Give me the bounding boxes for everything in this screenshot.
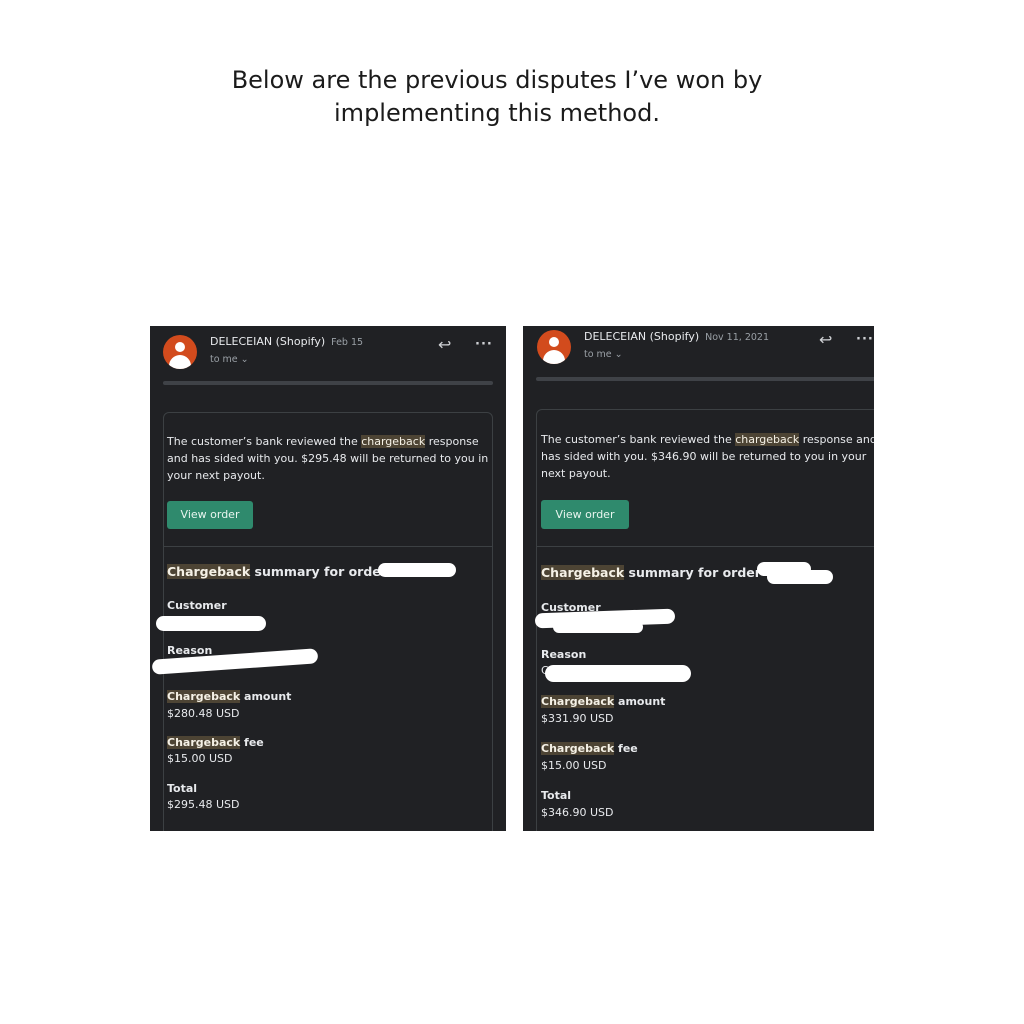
sender-avatar[interactable] xyxy=(163,335,197,369)
chargeback-fee-label: Chargeback fee xyxy=(167,736,264,749)
view-order-button[interactable]: View order xyxy=(167,501,253,529)
total-label: Total xyxy=(167,782,198,795)
chargeback-fee-value: $15.00 USD xyxy=(167,752,233,765)
sender-avatar[interactable] xyxy=(537,330,571,364)
redaction xyxy=(553,621,643,633)
email-date: Feb 15 xyxy=(331,337,364,348)
chargeback-amount-value: $331.90 USD xyxy=(541,712,614,725)
redaction xyxy=(767,570,833,584)
reply-icon[interactable]: ↩ xyxy=(438,337,451,353)
caption-line-2: implementing this method. xyxy=(334,99,660,127)
chargeback-fee-label: Chargeback fee xyxy=(541,742,638,755)
total-value: $346.90 USD xyxy=(541,806,614,819)
more-options-icon[interactable]: ··· xyxy=(856,332,874,347)
reason-label: Reason xyxy=(541,648,587,661)
redaction xyxy=(156,616,266,631)
recipient-details-toggle[interactable]: to me ⌄ xyxy=(584,349,623,360)
total-value: $295.48 USD xyxy=(167,798,240,811)
highlight-chargeback: chargeback xyxy=(361,435,426,448)
redaction xyxy=(378,563,456,577)
chargeback-amount-value: $280.48 USD xyxy=(167,707,240,720)
chargeback-amount-label: Chargeback amount xyxy=(167,690,292,703)
section-divider xyxy=(536,546,874,547)
caption-line-1: Below are the previous disputes I’ve won… xyxy=(231,66,763,94)
recipient-details-toggle[interactable]: to me ⌄ xyxy=(210,354,249,365)
sender-name[interactable]: DELECEIAN (Shopify) xyxy=(584,330,699,343)
message-text: The customer’s bank reviewed the chargeb… xyxy=(541,433,874,480)
total-label: Total xyxy=(541,789,572,802)
redaction xyxy=(545,665,691,682)
email-header: DELECEIAN (Shopify) Feb 15 xyxy=(210,335,363,348)
view-order-button[interactable]: View order xyxy=(541,500,629,529)
divider xyxy=(536,377,874,381)
summary-title: Chargeback summary for order # xyxy=(541,565,776,580)
more-options-icon[interactable]: ··· xyxy=(475,337,493,352)
chargeback-amount-label: Chargeback amount xyxy=(541,695,666,708)
section-divider xyxy=(163,546,493,547)
email-screenshot-nov: DELECEIAN (Shopify) Nov 11, 2021 to me ⌄ … xyxy=(523,326,874,831)
summary-title: Chargeback summary for order # xyxy=(167,564,402,579)
reply-icon[interactable]: ↩ xyxy=(819,332,832,348)
message-text: The customer’s bank reviewed the chargeb… xyxy=(167,435,489,482)
email-header: DELECEIAN (Shopify) Nov 11, 2021 xyxy=(584,330,769,343)
email-screenshot-feb: DELECEIAN (Shopify) Feb 15 to me ⌄ ↩ ··· … xyxy=(150,326,506,831)
chargeback-fee-value: $15.00 USD xyxy=(541,759,607,772)
caption: Below are the previous disputes I’ve won… xyxy=(0,64,994,130)
sender-name[interactable]: DELECEIAN (Shopify) xyxy=(210,335,325,348)
divider xyxy=(163,381,493,385)
email-date: Nov 11, 2021 xyxy=(705,332,769,343)
highlight-chargeback: chargeback xyxy=(735,433,800,446)
customer-label: Customer xyxy=(167,599,227,612)
